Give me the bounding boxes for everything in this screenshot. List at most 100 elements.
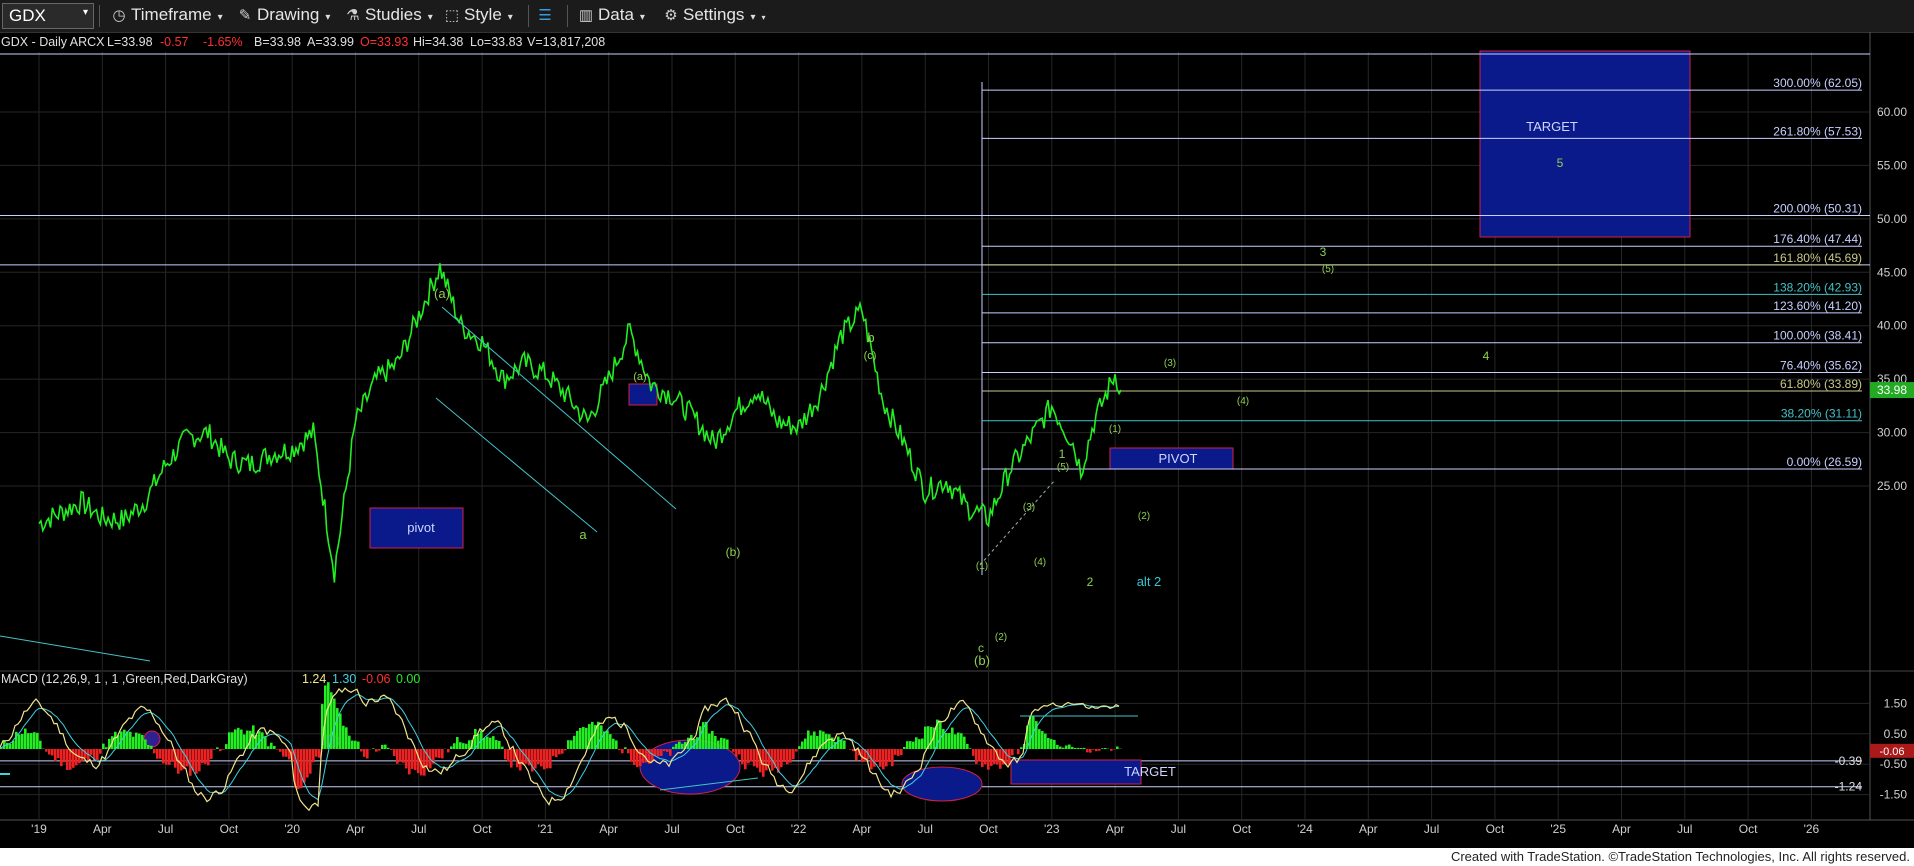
wave-label: 2 — [1087, 575, 1094, 589]
macd-histogram-bar — [579, 727, 582, 749]
macd-histogram-bar — [501, 746, 504, 749]
macd-histogram-bar — [657, 749, 660, 757]
time-tick-label: Apr — [1612, 822, 1631, 836]
wave-label: (4) — [1034, 557, 1046, 568]
macd-histogram-bar — [948, 733, 951, 749]
macd-histogram-bar — [1020, 747, 1023, 749]
macd-histogram-bar — [945, 732, 948, 749]
macd-histogram-bar — [378, 749, 381, 751]
drawing-menu[interactable]: ✎ Drawing ▾ — [236, 4, 331, 26]
macd-histogram-bar — [216, 747, 219, 749]
macd-histogram-bar — [492, 736, 495, 749]
macd-histogram-bar — [972, 749, 975, 756]
time-tick-label: Jul — [918, 822, 933, 836]
wave-label: (3) — [1023, 502, 1035, 513]
target-box — [1479, 50, 1691, 238]
macd-histogram-bar — [897, 749, 900, 756]
macd-series: 1.50 0.50 -0.50 -1.50 -0.39 -1.24 -0.06 TARGET — [0, 682, 1914, 812]
price-tick-label: 25.00 — [1877, 479, 1907, 493]
macd-histogram-bar — [981, 749, 984, 768]
macd-histogram-bar — [162, 749, 165, 764]
macd-histogram-bar — [795, 749, 798, 752]
studies-menu[interactable]: ⚗ Studies ▾ — [344, 4, 433, 26]
macd-histogram-bar — [732, 749, 735, 752]
timeframe-menu[interactable]: ◷ Timeframe ▾ — [110, 4, 222, 26]
macd-histogram-bar — [498, 740, 501, 749]
macd-histogram-bar — [225, 744, 228, 749]
chevron-down-icon: ▾ — [427, 12, 433, 23]
fib-label: 176.40% (47.44) — [1773, 232, 1862, 246]
symbol-selector[interactable]: GDX ▾ — [2, 3, 94, 29]
macd-histogram-bar — [468, 740, 471, 749]
data-menu[interactable]: ▥ Data ▾ — [577, 4, 645, 26]
macd-histogram-bar — [507, 749, 510, 762]
macd-histogram-bar — [666, 749, 669, 752]
macd-histogram-bar — [954, 734, 957, 749]
fib-label: 138.20% (42.93) — [1773, 280, 1862, 294]
macd-histogram-bar — [1110, 749, 1113, 751]
macd-histogram-bar — [462, 743, 465, 749]
macd-histogram-bar — [1041, 731, 1044, 749]
macd-histogram-bar — [441, 749, 444, 759]
macd-histogram-bar — [633, 749, 636, 766]
macd-histogram-bar — [483, 738, 486, 749]
wave-label: (1) — [976, 561, 988, 572]
data-label: Data — [598, 5, 634, 24]
layout-button[interactable]: ☰ — [536, 4, 557, 26]
macd-histogram-bar — [975, 749, 978, 764]
macd-histogram-bar — [489, 737, 492, 749]
macd-histogram-bar — [60, 749, 63, 767]
macd-histogram-bar — [198, 749, 201, 772]
macd-histogram-bar — [270, 742, 273, 749]
macd-histogram-bar — [327, 682, 330, 749]
chevron-down-icon: ▾ — [82, 7, 88, 18]
settings-menu[interactable]: ⚙ Settings ▾ ▾ — [662, 4, 765, 26]
wave-label: alt 2 — [1137, 574, 1162, 589]
channel-line — [441, 306, 677, 510]
macd-histogram-bar — [276, 749, 279, 750]
macd-histogram-bar — [96, 749, 99, 761]
channel-line — [0, 635, 151, 662]
macd-histogram-bar — [723, 738, 726, 749]
macd-histogram-bar — [1116, 746, 1119, 749]
macd-histogram-bar — [969, 748, 972, 749]
macd-histogram-bar — [9, 743, 12, 749]
copyright-text: Created with TradeStation. ©TradeStation… — [1450, 849, 1910, 864]
gear-icon: ⚙ — [664, 7, 678, 24]
macd-histogram-bar — [450, 746, 453, 749]
macd-histogram-bar — [915, 737, 918, 749]
drawing-label: Drawing — [257, 5, 320, 24]
macd-histogram-bar — [258, 731, 261, 749]
macd-histogram-bar — [222, 749, 225, 750]
macd-histogram-bar — [189, 749, 192, 776]
macd-histogram-bar — [66, 749, 69, 771]
macd-histogram-bar — [822, 731, 825, 749]
macd-histogram-bar — [123, 729, 126, 749]
macd-histogram-bar — [921, 738, 924, 749]
macd-histogram-bar — [345, 727, 348, 749]
wave-label: (5) — [1057, 462, 1069, 473]
style-menu[interactable]: ⬚ Style ▾ — [443, 4, 513, 26]
macd-histogram-bar — [537, 749, 540, 765]
macd-ellipse — [901, 766, 983, 802]
macd-histogram-bar — [435, 749, 438, 758]
overflow-icon: ▾ — [761, 13, 766, 22]
macd-histogram-bar — [627, 749, 630, 754]
macd-histogram-bar — [21, 733, 24, 749]
macd-histogram-bar — [807, 730, 810, 749]
macd-histogram-bar — [399, 749, 402, 762]
macd-histogram-bar — [1050, 739, 1053, 749]
wave-label: (b) — [974, 653, 990, 668]
macd-histogram-bar — [18, 734, 21, 749]
macd-histogram-bar — [801, 741, 804, 749]
macd-histogram-bar — [705, 721, 708, 749]
macd-histogram-bar — [207, 749, 210, 766]
macd-tick-label: -0.50 — [1880, 757, 1908, 771]
macd-histogram-bar — [1080, 747, 1083, 749]
chart-area[interactable]: GDX - Daily ARCX L=33.98 -0.57 -1.65% B=… — [0, 32, 1914, 848]
macd-histogram-bar — [918, 739, 921, 749]
time-tick-label: Oct — [473, 822, 492, 836]
macd-histogram-bar — [477, 733, 480, 749]
macd-histogram-bar — [165, 749, 168, 765]
time-tick-label: '25 — [1550, 822, 1566, 836]
